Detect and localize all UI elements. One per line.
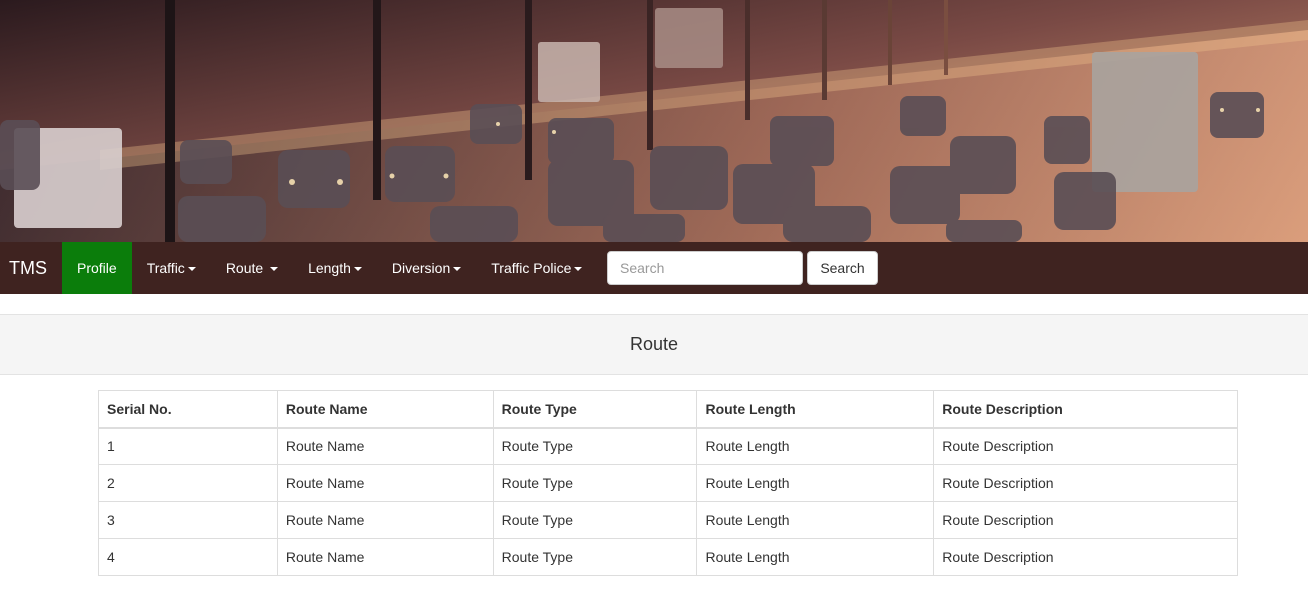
cell-serial-no: 1: [98, 427, 278, 465]
cell-serial-no: 3: [98, 501, 278, 539]
cell-route-name: Route Name: [276, 501, 494, 539]
cell-serial-no: 4: [98, 538, 278, 576]
nav-dropdown-traffic-police[interactable]: Traffic Police: [476, 242, 597, 294]
nav-item-label: Diversion: [391, 260, 451, 276]
cell-route-name: Route Name: [276, 538, 494, 576]
table-row: 3 Route Name Route Type Route Length Rou…: [98, 501, 1238, 539]
column-header-route-description: Route Description: [933, 390, 1238, 429]
column-header-serial-no: Serial No.: [98, 390, 278, 429]
nav-item-label: Length: [308, 260, 351, 276]
cell-route-type: Route Type: [492, 501, 698, 539]
page-title: Route: [629, 334, 679, 354]
cell-route-length: Route Length: [696, 427, 935, 465]
cell-route-name: Route Name: [276, 464, 494, 502]
nav-item-label: Traffic: [146, 260, 185, 276]
caret-down-icon: [270, 267, 279, 272]
nav-dropdown-route[interactable]: Route: [211, 242, 293, 294]
caret-down-icon: [574, 267, 583, 272]
search-input[interactable]: [607, 251, 803, 285]
nav-dropdown-diversion[interactable]: Diversion: [377, 242, 476, 294]
cell-route-type: Route Type: [492, 427, 698, 465]
nav-dropdown-length[interactable]: Length: [293, 242, 377, 294]
cell-serial-no: 2: [98, 464, 278, 502]
cell-route-type: Route Type: [492, 538, 698, 576]
nav-item-profile[interactable]: Profile: [62, 242, 132, 294]
banner-image: [0, 0, 1308, 242]
nav-item-label: Profile: [77, 260, 117, 276]
brand-logo[interactable]: TMS: [0, 242, 62, 294]
nav-item-label: Route: [225, 260, 264, 276]
cell-route-description: Route Description: [933, 427, 1238, 465]
cell-route-description: Route Description: [933, 464, 1238, 502]
nav-dropdown-traffic[interactable]: Traffic: [132, 242, 211, 294]
caret-down-icon: [187, 267, 196, 272]
caret-down-icon: [453, 267, 462, 272]
top-navbar: TMS Profile Traffic Route Length Diversi…: [0, 242, 1308, 294]
search-button[interactable]: Search: [807, 251, 878, 285]
traffic-photo: [0, 0, 1308, 242]
route-table: Serial No. Route Name Route Type Route L…: [98, 390, 1238, 576]
column-header-route-type: Route Type: [492, 390, 698, 429]
cell-route-description: Route Description: [933, 501, 1238, 539]
column-header-route-length: Route Length: [696, 390, 935, 429]
table-header-row: Serial No. Route Name Route Type Route L…: [98, 390, 1238, 429]
cell-route-name: Route Name: [276, 427, 494, 465]
cell-route-length: Route Length: [696, 464, 935, 502]
caret-down-icon: [353, 267, 362, 272]
cell-route-type: Route Type: [492, 464, 698, 502]
table-row: 1 Route Name Route Type Route Length Rou…: [98, 427, 1238, 465]
cell-route-length: Route Length: [696, 501, 935, 539]
nav-item-label: Traffic Police: [491, 260, 572, 276]
table-row: 2 Route Name Route Type Route Length Rou…: [98, 464, 1238, 502]
cell-route-length: Route Length: [696, 538, 935, 576]
column-header-route-name: Route Name: [276, 390, 494, 429]
cell-route-description: Route Description: [933, 538, 1238, 576]
page-header: Route: [0, 314, 1308, 375]
table-row: 4 Route Name Route Type Route Length Rou…: [98, 538, 1238, 576]
